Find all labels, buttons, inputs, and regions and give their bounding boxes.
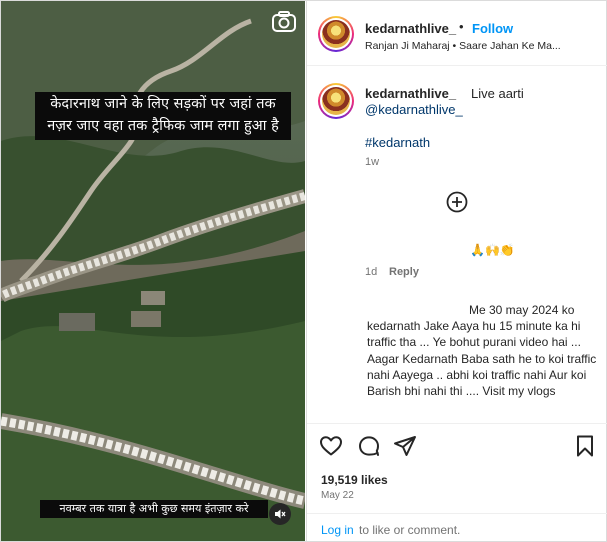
action-bar: 19,519 likes May 22 Log in to like or co…: [307, 423, 607, 541]
header-username[interactable]: kedarnathlive_: [365, 21, 456, 36]
caption-mention[interactable]: @kedarnathlive_: [365, 102, 463, 117]
mountain-road-scene: [1, 1, 305, 541]
reel-media[interactable]: केदारनाथ जाने के लिए सड़कों पर जहां तक न…: [1, 1, 305, 541]
post-date[interactable]: May 22: [321, 490, 354, 501]
post-header: kedarnathlive_ • Follow Ranjan Ji Mahara…: [307, 1, 607, 66]
caption-username[interactable]: kedarnathlive_: [365, 86, 456, 101]
avatar[interactable]: [318, 16, 354, 52]
comment-body: Me 30 may 2024 ko kedarnath Jake Aaya hu…: [367, 302, 603, 399]
login-prompt: Log in to like or comment.: [307, 513, 607, 542]
post-panel: kedarnathlive_ • Follow Ranjan Ji Mahara…: [306, 1, 607, 541]
likes-count[interactable]: 19,519 likes: [321, 473, 388, 487]
video-caption-bottom: नवम्बर तक यात्रा है अभी कुछ समय इंतज़ार …: [40, 500, 268, 518]
caption-text: Live aarti: [471, 86, 524, 101]
header-separator: •: [459, 19, 464, 34]
comment-text: 🙏🙌👏: [470, 243, 515, 257]
comment-icon[interactable]: [357, 434, 381, 458]
follow-button[interactable]: Follow: [472, 21, 513, 36]
camera-icon[interactable]: [271, 11, 297, 33]
comment-first-line: Me 30 may 2024 ko: [469, 303, 575, 317]
comments-section[interactable]: kedarnathlive_ Live aarti @kedarnathlive…: [307, 67, 607, 423]
audio-attribution[interactable]: Ranjan Ji Maharaj • Saare Jahan Ke Ma...: [365, 40, 561, 52]
video-caption-top: केदारनाथ जाने के लिए सड़कों पर जहां तक न…: [35, 92, 291, 140]
share-icon[interactable]: [393, 434, 417, 458]
plus-circle-icon[interactable]: [446, 191, 468, 213]
comment-text: kedarnath Jake Aaya hu 15 minute ka hi t…: [367, 319, 597, 399]
login-prompt-text: to like or comment.: [359, 523, 461, 537]
comment-time[interactable]: 1d: [365, 266, 377, 278]
reply-button[interactable]: Reply: [389, 266, 419, 278]
speaker-muted-icon[interactable]: [269, 503, 291, 525]
heart-icon[interactable]: [319, 434, 343, 458]
caption-hashtag[interactable]: #kedarnath: [365, 135, 430, 150]
caption-time[interactable]: 1w: [365, 156, 379, 168]
avatar[interactable]: [318, 83, 354, 119]
login-link[interactable]: Log in: [321, 523, 354, 537]
bookmark-icon[interactable]: [573, 434, 597, 458]
